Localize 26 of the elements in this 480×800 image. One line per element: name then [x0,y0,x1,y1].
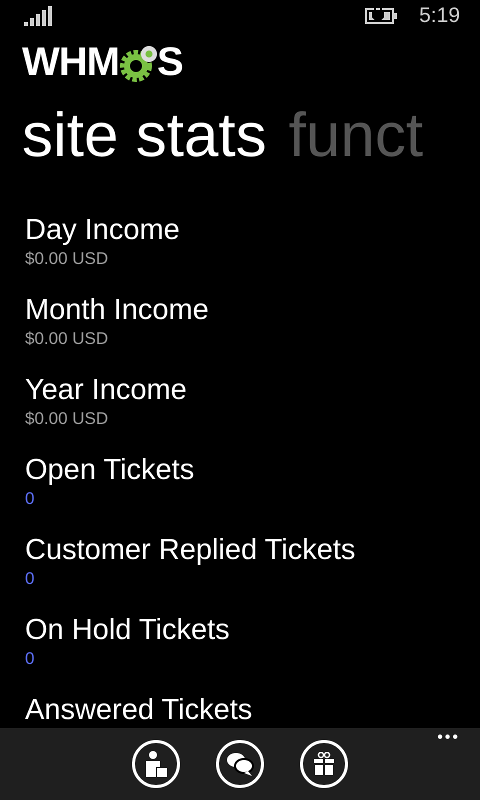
stat-label: Customer Replied Tickets [25,533,356,568]
logo-text: S [156,42,184,82]
account-button[interactable] [132,740,180,788]
stat-value: 0 [25,488,36,510]
speech-bubbles-icon [226,752,254,776]
pivot-header[interactable]: site stats [22,105,267,167]
stat-value: 0 [25,568,36,590]
battery-charging-icon [365,8,398,24]
person-box-icon [144,751,168,777]
stat-value: $0.00 USD [25,248,110,270]
gift-icon [314,752,334,776]
stat-label: Year Income [25,373,188,408]
stat-label: Month Income [25,293,210,328]
chat-button[interactable] [216,740,264,788]
stat-label: Day Income [25,213,181,248]
stat-value: $0.00 USD [25,408,110,430]
logo-text: WHM [22,42,119,82]
stat-label: Open Tickets [25,453,196,488]
gift-button[interactable] [300,740,348,788]
stat-value: 0 [25,648,36,670]
stat-value: $0.00 USD [25,328,110,350]
clock-time: 5:19 [419,3,460,30]
more-button[interactable]: ••• [437,730,460,746]
stat-label: On Hold Tickets [25,613,231,648]
stat-label: Answered Tickets [25,693,254,728]
signal-icon [24,6,54,26]
